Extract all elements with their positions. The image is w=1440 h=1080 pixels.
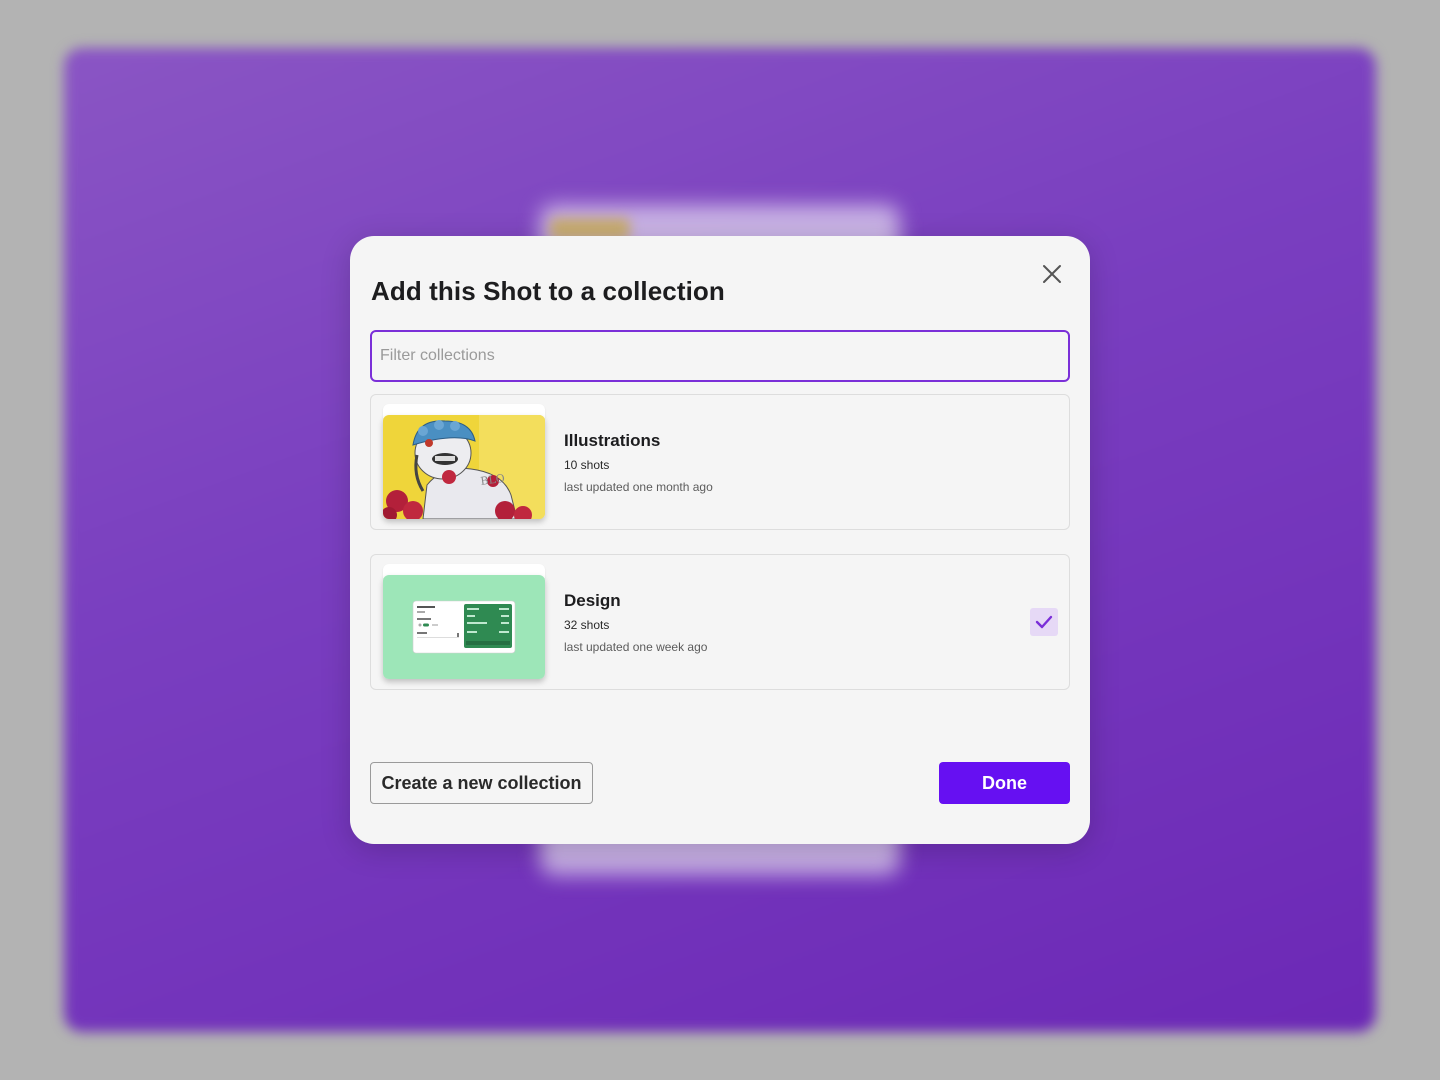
close-icon <box>1043 265 1061 283</box>
collection-thumbnail-stack <box>383 564 545 680</box>
collection-thumbnail-stack: BLO <box>383 404 545 520</box>
collection-shot-count: 32 shots <box>564 618 610 632</box>
illustration-thumbnail: BLO <box>383 415 545 519</box>
modal-title: Add this Shot to a collection <box>371 276 725 306</box>
add-to-collection-modal: Add this Shot to a collection Filter col… <box>350 236 1090 844</box>
collection-item-illustrations[interactable]: BLO Illustrations 10 shots last updated … <box>370 394 1070 530</box>
collection-name: Design <box>564 591 621 610</box>
checkmark-icon <box>1035 615 1053 629</box>
collection-selected-checkbox[interactable] <box>1030 608 1058 636</box>
done-button[interactable]: Done <box>939 762 1070 804</box>
collection-last-updated: last updated one week ago <box>564 640 708 654</box>
collection-last-updated: last updated one month ago <box>564 480 713 494</box>
design-thumbnail <box>383 575 545 679</box>
create-new-collection-button[interactable]: Create a new collection <box>370 762 593 804</box>
filter-collections-input[interactable] <box>370 330 1070 382</box>
collection-item-design[interactable]: Design 32 shots last updated one week ag… <box>370 554 1070 690</box>
close-button[interactable] <box>1038 260 1066 288</box>
collection-shot-count: 10 shots <box>564 458 610 472</box>
collection-name: Illustrations <box>564 431 661 450</box>
